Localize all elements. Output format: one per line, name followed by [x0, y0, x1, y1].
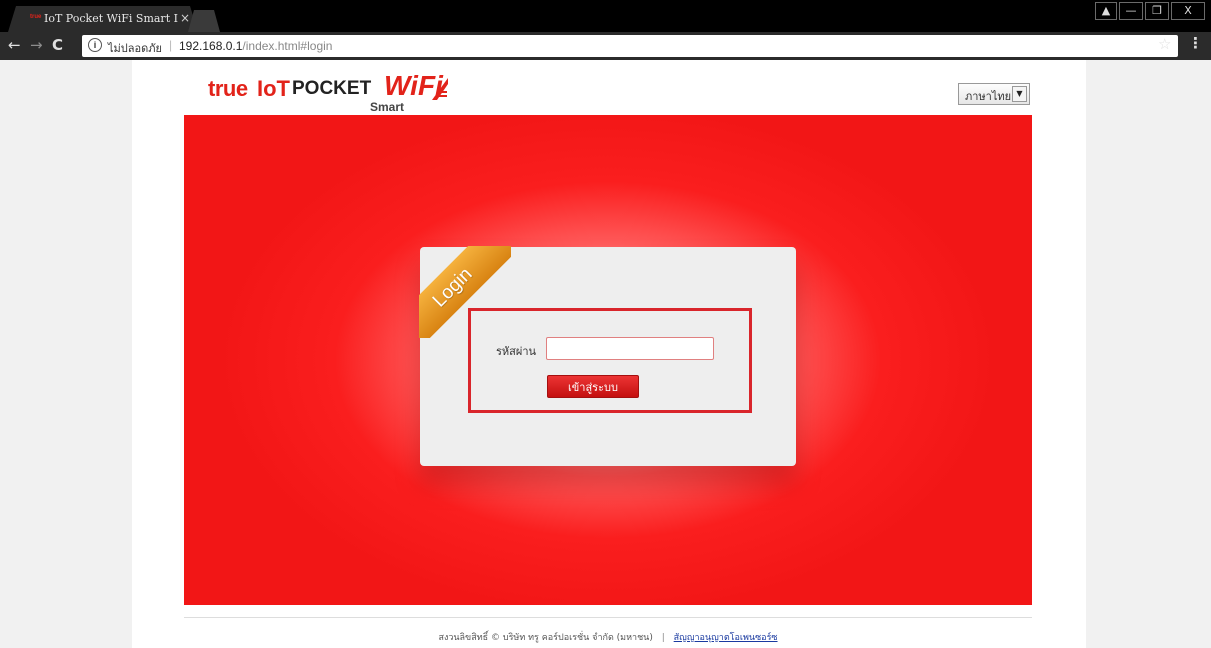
url-path: /index.html#login [242, 39, 333, 53]
user-profile-icon[interactable]: ▲ [1095, 2, 1117, 20]
tab-bar: true IoT Pocket WiFi Smart I × ▲ — ❐ X [0, 0, 1211, 32]
copyright-text: สงวนลิขสิทธิ์ © บริษัท ทรู คอร์ปอเรชั่น … [438, 633, 653, 643]
address-bar[interactable]: i ไม่ปลอดภัย | 192.168.0.1/index.html#lo… [82, 35, 1178, 57]
favicon-icon: true [30, 14, 42, 20]
tab-title: IoT Pocket WiFi Smart I [44, 12, 178, 25]
login-panel: Login รหัสผ่าน เข้าสู่ระบบ [419, 246, 796, 466]
browser-toolbar: ← → C i ไม่ปลอดภัย | 192.168.0.1/index.h… [0, 32, 1211, 60]
browser-menu-icon[interactable]: ⋮ [1188, 34, 1203, 52]
close-tab-icon[interactable]: × [180, 11, 190, 25]
info-icon[interactable]: i [88, 38, 102, 52]
logo-smart-text: Smart [370, 100, 405, 114]
page-container: true IoT POCKET WiFi Smart ภาษาไทย ▼ Log… [132, 60, 1086, 648]
trueiot-pocket-wifi-logo: true IoT POCKET WiFi Smart [208, 70, 448, 116]
minimize-button[interactable]: — [1119, 2, 1143, 20]
browser-tab[interactable]: true IoT Pocket WiFi Smart I × [8, 6, 198, 32]
window-controls: ▲ — ❐ X [1095, 2, 1205, 20]
maximize-button[interactable]: ❐ [1145, 2, 1169, 20]
logo-pocket-text: POCKET [292, 78, 372, 99]
login-banner: Login รหัสผ่าน เข้าสู่ระบบ [184, 115, 1032, 605]
url-separator: | [169, 38, 173, 52]
footer-divider [184, 617, 1032, 618]
bookmark-star-icon[interactable]: ☆ [1158, 35, 1171, 53]
password-label: รหัสผ่าน [496, 345, 537, 358]
open-source-license-link[interactable]: สัญญาอนุญาตโอเพนซอร์ซ [674, 633, 778, 643]
footer-separator: | [661, 633, 665, 643]
back-arrow-icon[interactable]: ← [8, 36, 21, 54]
language-select[interactable]: ภาษาไทย ▼ [958, 83, 1030, 105]
url-host: 192.168.0.1 [179, 39, 243, 53]
login-button[interactable]: เข้าสู่ระบบ [547, 375, 639, 398]
new-tab-button[interactable] [188, 10, 220, 32]
logo-iot-text: IoT [257, 76, 290, 101]
chevron-down-icon[interactable]: ▼ [1012, 86, 1027, 102]
page-viewport: true IoT POCKET WiFi Smart ภาษาไทย ▼ Log… [0, 60, 1211, 648]
signal-wave-icon [432, 78, 448, 100]
reload-icon[interactable]: C [52, 36, 63, 54]
footer: สงวนลิขสิทธิ์ © บริษัท ทรู คอร์ปอเรชั่น … [184, 630, 1032, 644]
logo-true-text: true [208, 76, 248, 101]
forward-arrow-icon[interactable]: → [30, 36, 43, 54]
url-text[interactable]: 192.168.0.1/index.html#login [179, 39, 332, 53]
security-label[interactable]: ไม่ปลอดภัย [108, 39, 162, 57]
password-field[interactable] [546, 337, 714, 360]
language-selected-value: ภาษาไทย [965, 90, 1012, 103]
close-window-button[interactable]: X [1171, 2, 1205, 20]
